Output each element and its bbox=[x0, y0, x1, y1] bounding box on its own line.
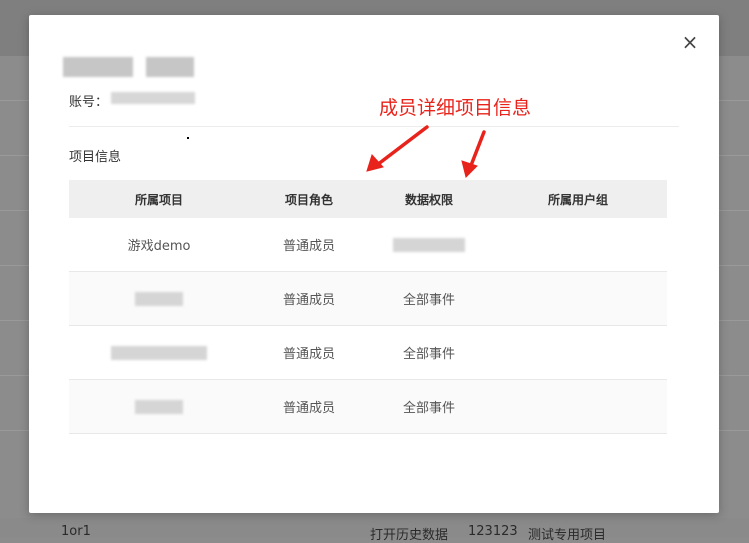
role-cell: 普通成员 bbox=[249, 271, 369, 326]
role-cell: 普通成员 bbox=[249, 379, 369, 434]
member-detail-modal: × 账号： 项目信息 所属项目 项目角色 数据权限 所属用户组 游戏demo 普… bbox=[29, 15, 719, 513]
annotation-text: 成员详细项目信息 bbox=[379, 97, 532, 119]
member-name-redacted bbox=[63, 57, 133, 77]
project-cell bbox=[69, 379, 249, 434]
permission-redacted bbox=[393, 237, 465, 252]
column-header: 数据权限 bbox=[369, 180, 489, 218]
project-cell bbox=[69, 325, 249, 380]
group-cell bbox=[489, 379, 667, 434]
account-value-redacted bbox=[111, 92, 195, 104]
permission-cell: 全部事件 bbox=[369, 379, 489, 434]
background-cell: 测试专用项目 bbox=[528, 528, 607, 543]
role-cell: 普通成员 bbox=[249, 218, 369, 272]
project-cell: 游戏demo bbox=[69, 218, 249, 272]
project-table: 所属项目 项目角色 数据权限 所属用户组 游戏demo 普通成员 普通成员 全部… bbox=[69, 180, 667, 434]
project-cell bbox=[69, 271, 249, 326]
member-name-redacted bbox=[146, 57, 194, 77]
permission-cell bbox=[369, 218, 489, 272]
background-cell: 1or1 bbox=[61, 524, 91, 539]
arrow-right-shaft bbox=[468, 130, 486, 170]
table-row: 游戏demo 普通成员 bbox=[69, 218, 667, 272]
permission-cell: 全部事件 bbox=[369, 271, 489, 326]
project-redacted bbox=[111, 345, 207, 360]
stray-dot bbox=[187, 137, 189, 139]
arrow-right-head bbox=[461, 160, 478, 178]
background-cell: 打开历史数据 bbox=[370, 528, 449, 543]
group-cell bbox=[489, 271, 667, 326]
table-header-row: 所属项目 项目角色 数据权限 所属用户组 bbox=[69, 180, 667, 218]
background-cell: 123123 bbox=[468, 524, 518, 539]
role-cell: 普通成员 bbox=[249, 325, 369, 380]
section-title: 项目信息 bbox=[69, 150, 122, 165]
divider bbox=[69, 126, 679, 127]
column-header: 所属项目 bbox=[69, 180, 249, 218]
group-cell bbox=[489, 218, 667, 272]
account-label: 账号： bbox=[69, 95, 109, 110]
column-header: 项目角色 bbox=[249, 180, 369, 218]
permission-cell: 全部事件 bbox=[369, 325, 489, 380]
table-row: 普通成员 全部事件 bbox=[69, 379, 667, 434]
arrow-left-head bbox=[366, 154, 384, 172]
project-redacted bbox=[135, 291, 183, 306]
table-row: 普通成员 全部事件 bbox=[69, 325, 667, 380]
column-header: 所属用户组 bbox=[489, 180, 667, 218]
group-cell bbox=[489, 325, 667, 380]
project-redacted bbox=[135, 399, 183, 414]
table-row: 普通成员 全部事件 bbox=[69, 271, 667, 326]
arrow-left-shaft bbox=[375, 125, 429, 167]
background-row: 1or1 打开历史数据 123123 测试专用项目 bbox=[0, 518, 749, 543]
close-icon[interactable]: × bbox=[681, 32, 699, 52]
